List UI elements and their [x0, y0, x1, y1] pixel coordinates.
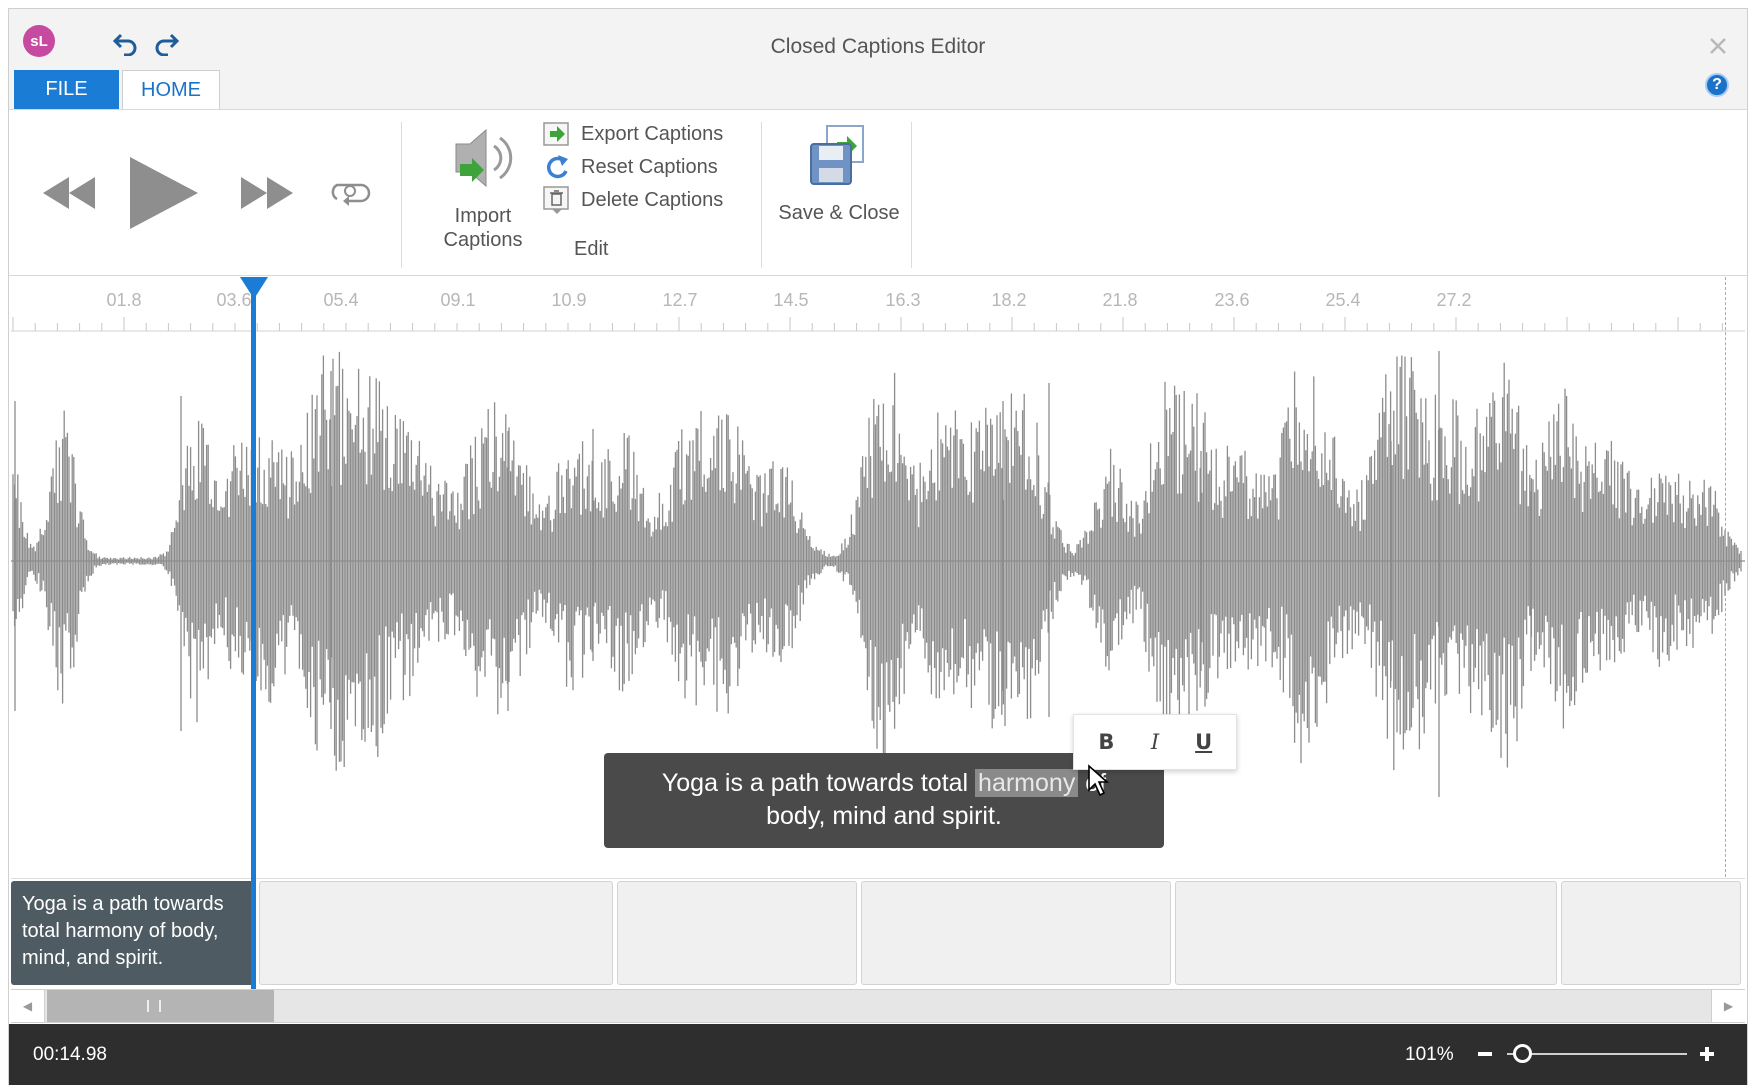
underline-button[interactable]: U [1186, 724, 1222, 760]
ribbon-separator [911, 122, 912, 268]
scroll-thumb[interactable] [47, 990, 274, 1022]
plus-icon [1700, 1047, 1714, 1061]
rewind-button[interactable] [39, 168, 99, 218]
import-captions-label: Import Captions [434, 204, 532, 252]
caption-text-before: Yoga is a path towards total [661, 769, 976, 797]
ribbon-separator [401, 122, 402, 268]
horizontal-scrollbar[interactable]: ◀ ▶ [11, 989, 1745, 1023]
save-and-close-button[interactable]: Save & Close [774, 124, 904, 264]
import-captions-label-line1: Import [454, 205, 512, 227]
mouse-cursor-icon [1088, 764, 1110, 797]
edit-group-label: Edit [574, 238, 609, 260]
caption-selected-text[interactable]: harmony [975, 769, 1079, 797]
save-icon [810, 125, 864, 185]
import-captions-label-line2: Captions [443, 229, 523, 251]
close-icon [1710, 38, 1726, 54]
caption-block[interactable] [1561, 881, 1741, 985]
reset-captions-button[interactable]: Reset Captions [541, 151, 718, 183]
play-button[interactable] [124, 150, 204, 236]
rewind-icon [43, 177, 95, 209]
scroll-left-icon: ◀ [22, 999, 33, 1013]
caption-track: Yoga is a path towards total harmony of … [11, 878, 1745, 986]
import-captions-icon [455, 128, 513, 188]
text-format-toolbar: B I U [1073, 714, 1237, 770]
help-button[interactable]: ? [1705, 73, 1729, 97]
reset-captions-label: Reset Captions [581, 155, 718, 178]
tab-file[interactable]: FILE [14, 70, 119, 109]
loop-button[interactable] [327, 174, 373, 212]
caption-block[interactable] [617, 881, 857, 985]
delete-icon [541, 184, 573, 216]
caption-block-selected[interactable]: Yoga is a path towards total harmony of … [11, 881, 254, 985]
zoom-out-button[interactable] [1473, 1040, 1497, 1068]
closed-captions-editor-window: sL Closed Captions Editor ? FILE HOME Im… [8, 8, 1748, 1085]
fast-forward-button[interactable] [237, 168, 297, 218]
italic-button[interactable]: I [1137, 724, 1173, 760]
scroll-right-icon: ▶ [1723, 999, 1734, 1013]
playhead-handle[interactable] [240, 277, 268, 299]
window-title: Closed Captions Editor [770, 35, 986, 58]
help-icon: ? [1712, 76, 1722, 93]
zoom-in-button[interactable] [1695, 1040, 1719, 1068]
close-button[interactable] [1703, 31, 1733, 61]
caption-preview-line1: Yoga is a path towards total harmony of [604, 767, 1164, 800]
end-marker [1725, 277, 1726, 877]
export-captions-button[interactable]: Export Captions [541, 118, 723, 150]
reset-icon [541, 151, 573, 183]
zoom-slider-handle[interactable] [1513, 1044, 1532, 1063]
playhead[interactable] [251, 277, 256, 989]
ribbon-separator [761, 122, 762, 268]
caption-block[interactable] [259, 881, 613, 985]
caption-block[interactable] [1175, 881, 1557, 985]
scroll-left-button[interactable]: ◀ [11, 990, 45, 1022]
current-time: 00:14.98 [33, 1044, 107, 1065]
minus-icon [1478, 1052, 1492, 1056]
timeline-ruler[interactable]: 01.8 03.6 05.4 09.1 10.9 12.7 14.5 16.3 18.2 21.8… [11, 277, 1745, 337]
scroll-right-button[interactable]: ▶ [1711, 990, 1745, 1022]
caption-preview-line2: body, mind and spirit. [766, 802, 1002, 830]
loop-icon [331, 183, 371, 206]
bold-button[interactable]: B [1088, 724, 1124, 760]
export-icon [541, 118, 573, 150]
tab-home[interactable]: HOME [122, 70, 220, 110]
ruler-ticks [11, 317, 1745, 332]
scroll-grip-icon [147, 1000, 161, 1012]
fast-forward-icon [241, 177, 293, 209]
save-and-close-label: Save & Close [778, 202, 900, 224]
play-icon [130, 157, 198, 229]
delete-captions-label: Delete Captions [581, 188, 724, 211]
ribbon-toolbar: Import Captions Export Captions Reset Ca… [9, 109, 1747, 276]
caption-block[interactable] [861, 881, 1171, 985]
zoom-slider-track[interactable] [1507, 1053, 1687, 1055]
export-captions-label: Export Captions [581, 122, 724, 145]
zoom-level: 101% [1405, 1044, 1454, 1065]
delete-captions-button[interactable]: Delete Captions [541, 184, 723, 216]
title-bar: sL Closed Captions Editor ? FILE HOME [9, 9, 1747, 110]
status-bar: 00:14.98 101% [9, 1024, 1747, 1085]
import-captions-button[interactable]: Import Captions [434, 128, 532, 268]
